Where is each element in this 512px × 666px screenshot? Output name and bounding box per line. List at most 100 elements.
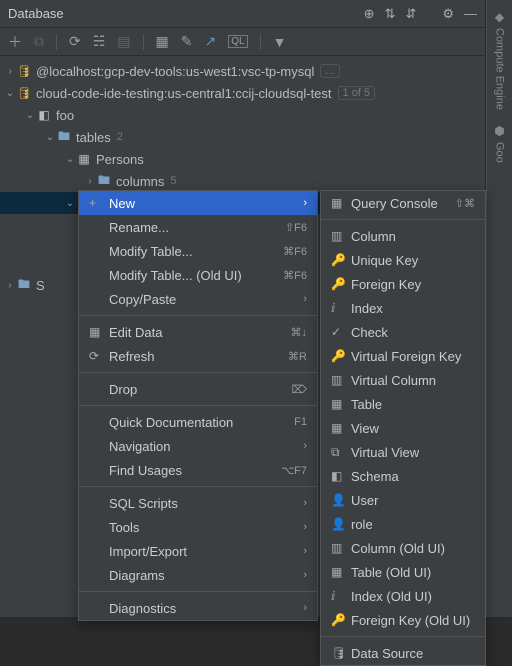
menu-item[interactable]: ▥Virtual Column — [321, 368, 485, 392]
menu-item[interactable]: 👤User — [321, 488, 485, 512]
chevron-down-icon[interactable]: ⌄ — [4, 88, 16, 99]
menu-item[interactable]: ▦Query Console⇧⌘ — [321, 191, 485, 215]
menu-item[interactable]: ▥Column — [321, 224, 485, 248]
menu-item-label: Diagnostics — [109, 601, 303, 616]
menu-item[interactable]: Find Usages⌥F7 — [79, 458, 317, 482]
menu-item[interactable]: 🔑Foreign Key — [321, 272, 485, 296]
menu-item-icon: 🔑 — [331, 277, 351, 291]
menu-item-label: Unique Key — [351, 253, 475, 268]
refresh-icon[interactable]: ⟳ — [69, 33, 81, 50]
menu-item-label: Check — [351, 325, 475, 340]
menu-item-shortcut: ⌘F6 — [283, 269, 307, 282]
menu-item-label: Import/Export — [109, 544, 303, 559]
menu-item[interactable]: ⅈIndex — [321, 296, 485, 320]
datasource-icon: 🛢 — [16, 64, 32, 78]
columns-label: columns — [116, 174, 164, 189]
menu-item-icon: 👤 — [331, 493, 351, 507]
filter2-icon[interactable]: ☵ — [93, 33, 106, 50]
menu-item[interactable]: 🔑Unique Key — [321, 248, 485, 272]
google-icon[interactable]: ⬢ — [494, 124, 504, 138]
query-console-icon: ▦ — [331, 196, 351, 210]
menu-item[interactable]: ◧Schema — [321, 464, 485, 488]
edit-icon[interactable]: ✎ — [181, 33, 193, 50]
table-icon: ▦ — [76, 152, 92, 166]
menu-item[interactable]: SQL Scripts› — [79, 491, 317, 515]
menu-item[interactable]: Import/Export› — [79, 539, 317, 563]
menu-item[interactable]: +New› — [79, 191, 317, 215]
ds2-badge: 1 of 5 — [338, 86, 376, 100]
sql-icon[interactable]: QL — [228, 35, 247, 48]
menu-item[interactable]: ▦Table (Old UI) — [321, 560, 485, 584]
folder-icon: 🖿 — [56, 127, 72, 148]
menu-item-shortcut: › — [303, 569, 307, 581]
menu-item-icon: ▦ — [331, 565, 351, 579]
menu-item[interactable]: ⅈIndex (Old UI) — [321, 584, 485, 608]
menu-item-label: New — [109, 196, 303, 211]
menu-item[interactable]: ✓Check — [321, 320, 485, 344]
compute-engine-icon[interactable]: ◆ — [495, 10, 504, 24]
menu-item[interactable]: 🔑Virtual Foreign Key — [321, 344, 485, 368]
menu-item[interactable]: Copy/Paste› — [79, 287, 317, 311]
chevron-right-icon[interactable]: › — [4, 280, 16, 291]
menu-item[interactable]: Navigation› — [79, 434, 317, 458]
menu-item-label: Refresh — [109, 349, 288, 364]
menu-item-label: Data Source — [351, 646, 475, 661]
menu-item-label: Table (Old UI) — [351, 565, 475, 580]
menu-item-icon: 🔑 — [331, 253, 351, 267]
compute-engine-label[interactable]: Compute Engine — [494, 28, 506, 110]
menu-item-icon: ⧉ — [331, 445, 351, 460]
minimize-icon[interactable]: — — [464, 6, 477, 22]
menu-item-shortcut: › — [303, 521, 307, 533]
add-icon[interactable]: ＋ — [8, 32, 22, 52]
menu-item-shortcut: F1 — [294, 416, 307, 428]
expand-icon[interactable]: ⇅ — [385, 6, 396, 22]
menu-item[interactable]: ▦Table — [321, 392, 485, 416]
datasource-row[interactable]: › 🛢 @localhost:gcp-dev-tools:us-west1:vs… — [0, 60, 485, 82]
schema-row[interactable]: ⌄ ◧ foo — [0, 104, 485, 126]
filter-icon[interactable]: ⇵ — [405, 6, 416, 22]
google-label[interactable]: Goo — [494, 142, 506, 163]
folder-icon: 🖿 — [16, 275, 32, 296]
separator — [56, 34, 57, 50]
menu-item-label: Navigation — [109, 439, 303, 454]
tables-label: tables — [76, 130, 111, 145]
menu-item[interactable]: Drop⌦ — [79, 377, 317, 401]
menu-item[interactable]: ⟳Refresh⌘R — [79, 344, 317, 368]
chevron-down-icon[interactable]: ⌄ — [24, 110, 36, 121]
menu-item[interactable]: 👤role — [321, 512, 485, 536]
menu-item[interactable]: Modify Table... (Old UI)⌘F6 — [79, 263, 317, 287]
menu-item-label: Virtual Column — [351, 373, 475, 388]
menu-item-label: Virtual Foreign Key — [351, 349, 475, 364]
stop-icon[interactable]: ▤ — [117, 33, 130, 50]
jump-icon[interactable]: ↗ — [205, 33, 217, 50]
menu-item[interactable]: Tools› — [79, 515, 317, 539]
chevron-right-icon[interactable]: › — [84, 176, 96, 187]
chevron-down-icon[interactable]: ⌄ — [64, 198, 76, 209]
menu-item[interactable]: 🔑Foreign Key (Old UI) — [321, 608, 485, 632]
copy-icon[interactable]: ⧉ — [34, 33, 44, 50]
gear-icon[interactable]: ⚙ — [442, 6, 454, 22]
collapse-icon[interactable]: ⊕ — [364, 6, 375, 22]
funnel-icon[interactable]: ▼ — [273, 34, 287, 50]
menu-item[interactable]: ▦View — [321, 416, 485, 440]
menu-item[interactable]: Diagrams› — [79, 563, 317, 587]
datasource-row[interactable]: ⌄ 🛢 cloud-code-ide-testing:us-central1:c… — [0, 82, 485, 104]
menu-item[interactable]: 🛢Data Source — [321, 641, 485, 665]
menu-item[interactable]: ▦Edit Data⌘↓ — [79, 320, 317, 344]
menu-item[interactable]: Rename...⇧F6 — [79, 215, 317, 239]
chevron-down-icon[interactable]: ⌄ — [64, 154, 76, 165]
tables-row[interactable]: ⌄ 🖿 tables 2 — [0, 126, 485, 148]
menu-item[interactable]: ▥Column (Old UI) — [321, 536, 485, 560]
table-row[interactable]: ⌄ ▦ Persons — [0, 148, 485, 170]
chevron-down-icon[interactable]: ⌄ — [44, 132, 56, 143]
menu-item[interactable]: Modify Table...⌘F6 — [79, 239, 317, 263]
separator — [143, 34, 144, 50]
bottom-label: S — [36, 278, 45, 293]
columns-row[interactable]: › 🖿 columns 5 — [0, 170, 485, 192]
chevron-right-icon[interactable]: › — [4, 66, 16, 77]
table-icon[interactable]: ▦ — [156, 33, 169, 50]
menu-item[interactable]: ⧉Virtual View — [321, 440, 485, 464]
menu-item[interactable]: Quick DocumentationF1 — [79, 410, 317, 434]
menu-item-shortcut: › — [303, 293, 307, 305]
menu-item[interactable]: Diagnostics› — [79, 596, 317, 620]
